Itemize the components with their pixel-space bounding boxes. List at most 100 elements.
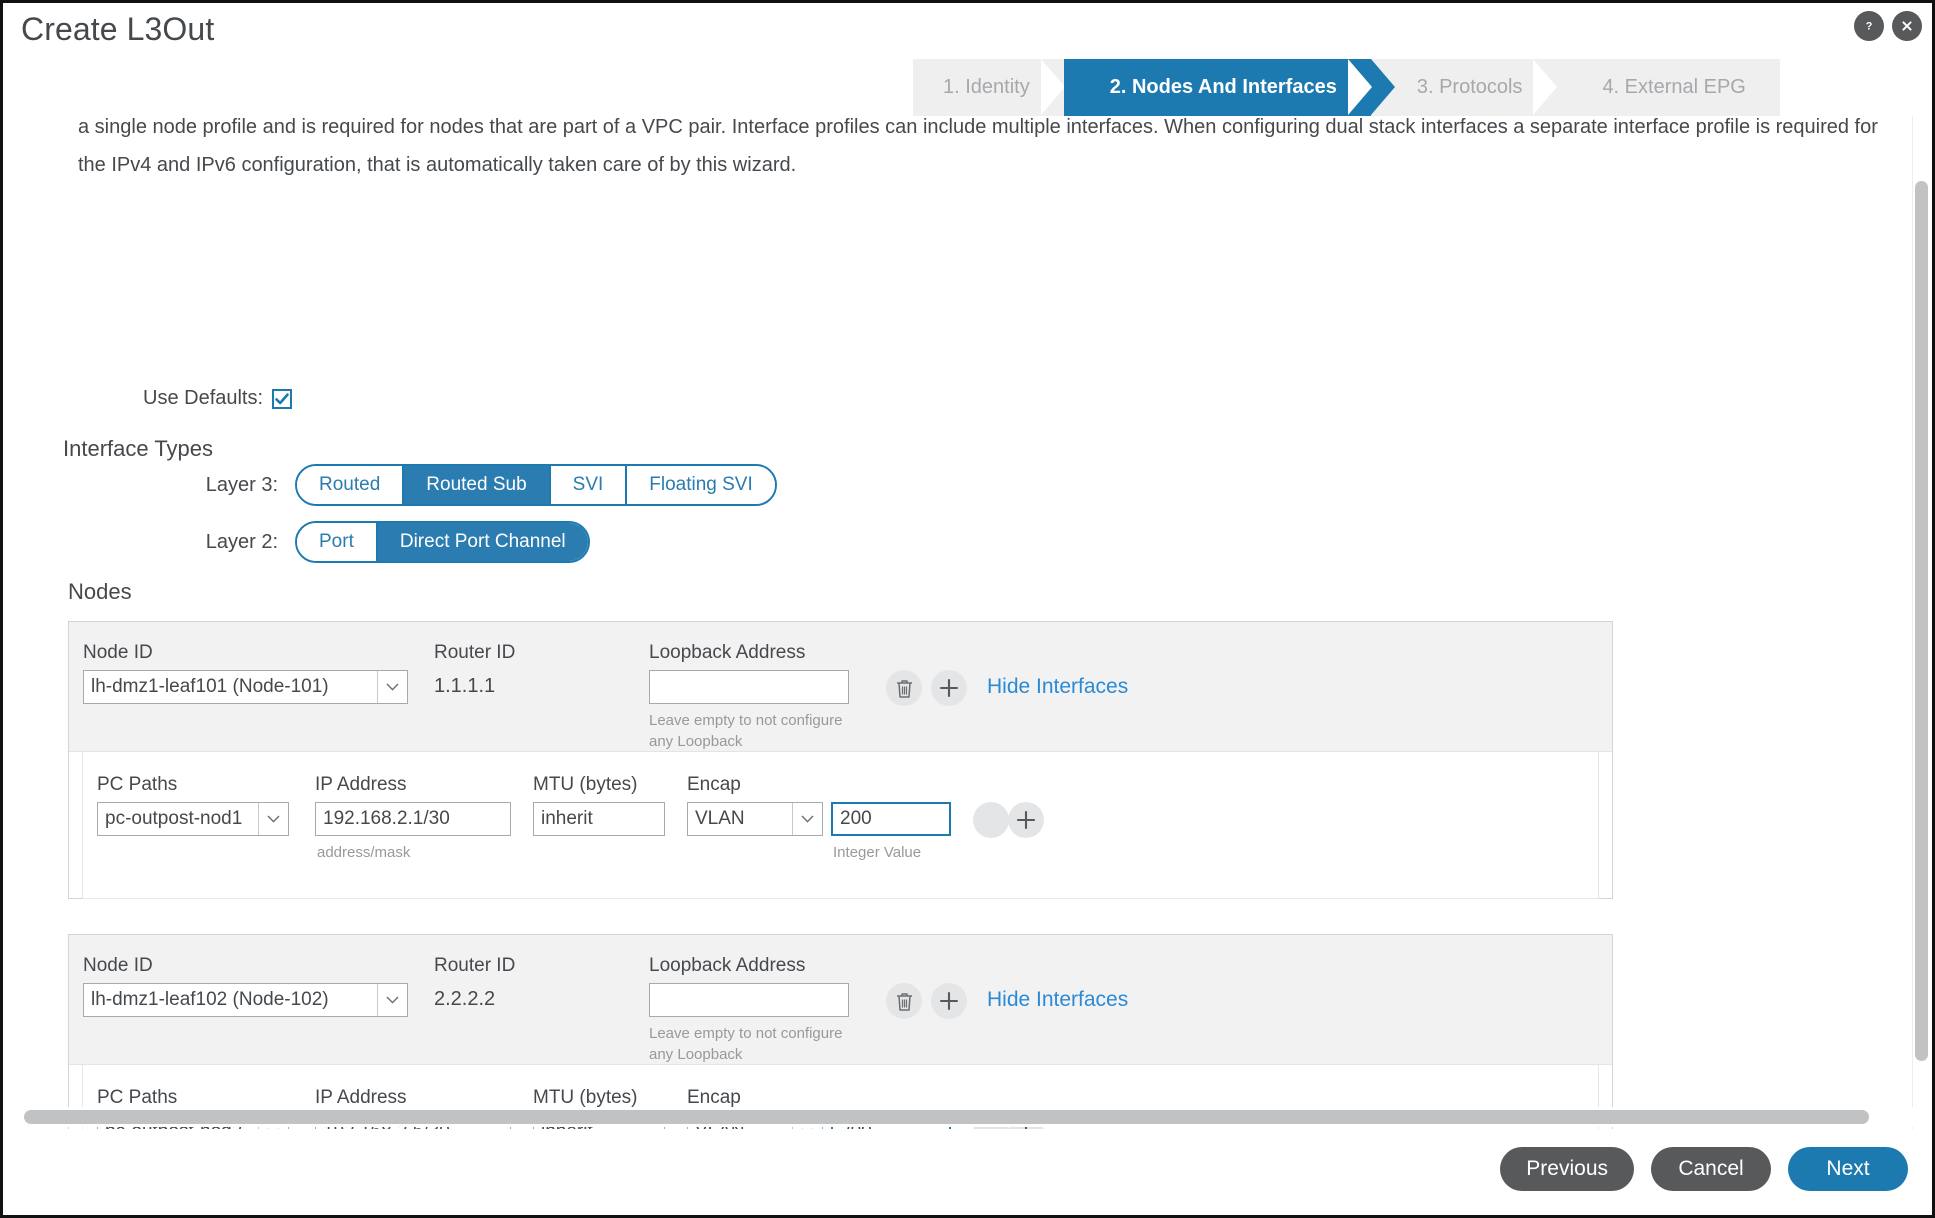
- ip-address-label: IP Address: [315, 1087, 407, 1108]
- encap-value-input[interactable]: [831, 802, 951, 836]
- wizard-steps: 1. Identity 2. Nodes And Interfaces 3. P…: [913, 59, 1780, 116]
- node-id-label: Node ID: [83, 955, 153, 976]
- mtu-label: MTU (bytes): [533, 1087, 638, 1108]
- vertical-scrollbar[interactable]: [1912, 116, 1929, 1129]
- wizard-step-label: 1. Identity: [943, 76, 1030, 98]
- delete-interface-button-disabled: [973, 802, 1009, 838]
- footer-buttons: Previous Cancel Next: [1500, 1147, 1908, 1191]
- chevron-down-icon: [792, 803, 822, 835]
- dialog-body: a single node profile and is required fo…: [3, 116, 1932, 1129]
- svg-text:?: ?: [1866, 21, 1873, 33]
- loopback-address-input[interactable]: [649, 670, 849, 704]
- wizard-step-nodes-and-interfaces[interactable]: 2. Nodes And Interfaces: [1063, 59, 1395, 116]
- wizard-step-external-epg[interactable]: 4. External EPG: [1556, 59, 1780, 116]
- loopback-hint-line-1: Leave empty to not configure: [649, 1025, 843, 1042]
- use-defaults-row: Use Defaults:: [143, 387, 293, 410]
- trash-icon: [896, 992, 912, 1011]
- layer2-option-direct-port-channel[interactable]: Direct Port Channel: [377, 523, 588, 561]
- wizard-step-protocols[interactable]: 3. Protocols: [1370, 59, 1580, 116]
- layer2-option-port[interactable]: Port: [297, 523, 378, 561]
- interface-types-heading: Interface Types: [63, 436, 214, 461]
- horizontal-scrollbar[interactable]: [6, 1107, 1932, 1127]
- wizard-step-identity[interactable]: 1. Identity: [913, 59, 1088, 116]
- delete-node-button[interactable]: [886, 983, 922, 1019]
- mtu-label: MTU (bytes): [533, 774, 638, 795]
- mtu-input[interactable]: [533, 802, 665, 836]
- layer3-option-svi[interactable]: SVI: [550, 466, 628, 504]
- node-id-value: lh-dmz1-leaf101 (Node-101): [91, 676, 329, 697]
- node-id-select[interactable]: lh-dmz1-leaf101 (Node-101): [83, 670, 408, 704]
- layer2-interface-type-row: Layer 2: Port Direct Port Channel: [190, 521, 590, 563]
- loopback-hint-line-2: any Loopback: [649, 1046, 743, 1063]
- chevron-down-icon: [377, 671, 407, 703]
- wizard-step-label: 2. Nodes And Interfaces: [1109, 76, 1337, 98]
- layer3-segmented-control: Routed Routed Sub SVI Floating SVI: [295, 464, 777, 506]
- vertical-scrollbar-thumb[interactable]: [1915, 181, 1928, 1061]
- layer3-option-routed[interactable]: Routed: [297, 466, 405, 504]
- dialog-footer: Previous Cancel Next: [3, 1129, 1932, 1215]
- ip-address-label: IP Address: [315, 774, 407, 795]
- encap-label: Encap: [687, 1087, 741, 1108]
- node-header: Node ID lh-dmz1-leaf101 (Node-101) Route…: [69, 622, 1612, 752]
- loopback-address-label: Loopback Address: [649, 642, 806, 663]
- layer2-label: Layer 2:: [205, 530, 278, 553]
- router-id-label: Router ID: [434, 642, 516, 663]
- plus-icon: [939, 991, 959, 1011]
- encap-type-select[interactable]: VLAN: [687, 802, 823, 836]
- intro-text: a single node profile and is required fo…: [78, 116, 1878, 184]
- router-id-value: 2.2.2.2: [434, 988, 496, 1010]
- layer3-option-routed-sub[interactable]: Routed Sub: [404, 466, 551, 504]
- loopback-hint-line-1: Leave empty to not configure: [649, 712, 843, 729]
- window-buttons: ?: [1854, 11, 1922, 41]
- loopback-address-label: Loopback Address: [649, 955, 806, 976]
- encap-hint: Integer Value: [833, 844, 922, 861]
- trash-icon: [896, 679, 912, 698]
- layer3-label: Layer 3:: [205, 473, 278, 496]
- wizard-step-label: 3. Protocols: [1416, 76, 1523, 98]
- node-header: Node ID lh-dmz1-leaf102 (Node-102) Route…: [69, 935, 1612, 1065]
- use-defaults-label: Use Defaults:: [143, 387, 264, 409]
- question-mark-icon: ?: [1866, 21, 1873, 33]
- delete-node-button[interactable]: [886, 670, 922, 706]
- intro-line-1: a single node profile and is required fo…: [78, 116, 1608, 138]
- pc-paths-value: pc-outpost-nod1: [105, 808, 243, 829]
- add-interface-button[interactable]: [1008, 802, 1044, 838]
- chevron-down-icon: [258, 803, 288, 835]
- use-defaults-checkbox[interactable]: [272, 388, 293, 409]
- layer3-interface-type-row: Layer 3: Routed Routed Sub SVI Floating …: [190, 464, 777, 506]
- cancel-button[interactable]: Cancel: [1651, 1147, 1771, 1191]
- add-node-button[interactable]: [931, 983, 967, 1019]
- pc-paths-select[interactable]: pc-outpost-nod1: [97, 802, 289, 836]
- ip-address-input[interactable]: [315, 802, 511, 836]
- hide-interfaces-link[interactable]: Hide Interfaces: [987, 675, 1128, 699]
- add-node-button[interactable]: [931, 670, 967, 706]
- help-button[interactable]: ?: [1854, 11, 1884, 41]
- page-title: Create L3Out: [21, 11, 215, 47]
- form-content: a single node profile and is required fo…: [3, 116, 1898, 1129]
- node-id-select[interactable]: lh-dmz1-leaf102 (Node-102): [83, 983, 408, 1017]
- node-id-value: lh-dmz1-leaf102 (Node-102): [91, 989, 329, 1010]
- encap-label: Encap: [687, 774, 741, 795]
- interface-panel: PC Paths pc-outpost-nod1 IP Address addr…: [82, 752, 1599, 899]
- plus-icon: [939, 678, 959, 698]
- pc-paths-label: PC Paths: [97, 774, 178, 795]
- node-card: Node ID lh-dmz1-leaf101 (Node-101) Route…: [68, 621, 1613, 899]
- wizard-step-label: 4. External EPG: [1602, 76, 1746, 98]
- ip-address-hint: address/mask: [317, 844, 411, 861]
- checkmark-icon: [275, 392, 289, 404]
- nodes-heading: Nodes: [68, 579, 132, 604]
- loopback-address-input[interactable]: [649, 983, 849, 1017]
- horizontal-scrollbar-thumb[interactable]: [24, 1110, 1869, 1124]
- pc-paths-label: PC Paths: [97, 1087, 178, 1108]
- create-l3out-dialog: Create L3Out ? 1. Identity 2. Nodes And …: [0, 0, 1935, 1218]
- next-button[interactable]: Next: [1788, 1147, 1908, 1191]
- close-icon: [1902, 21, 1912, 31]
- plus-icon: [1016, 810, 1036, 830]
- chevron-down-icon: [377, 984, 407, 1016]
- layer3-option-floating-svi[interactable]: Floating SVI: [627, 466, 775, 504]
- node-id-label: Node ID: [83, 642, 153, 663]
- hide-interfaces-link[interactable]: Hide Interfaces: [987, 988, 1128, 1012]
- close-button[interactable]: [1892, 11, 1922, 41]
- previous-button[interactable]: Previous: [1500, 1147, 1634, 1191]
- router-id-value: 1.1.1.1: [434, 675, 496, 697]
